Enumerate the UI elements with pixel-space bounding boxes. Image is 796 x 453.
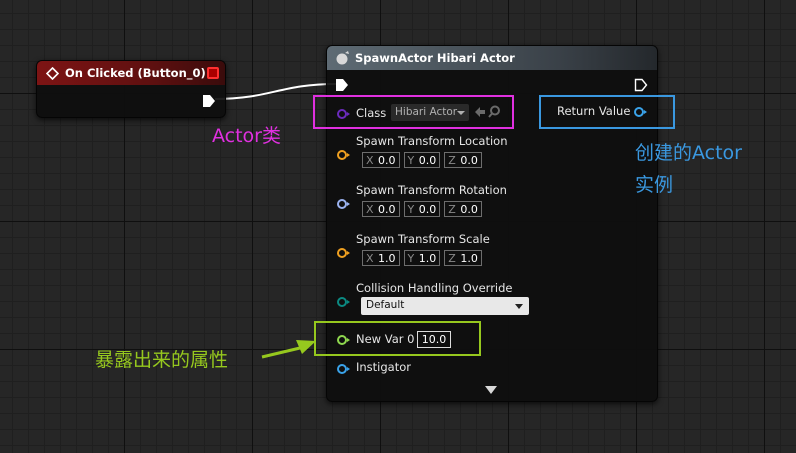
annotation-arrow-icon xyxy=(261,340,316,359)
